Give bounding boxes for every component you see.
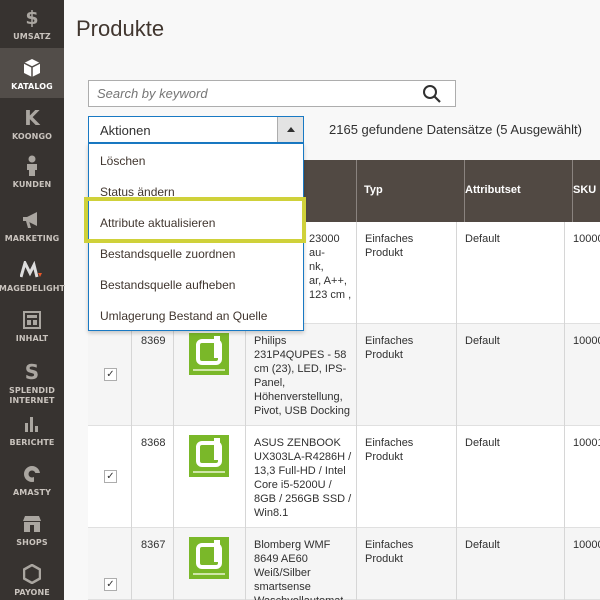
product-thumbnail[interactable] (189, 333, 229, 375)
row-checkbox[interactable]: ✓ (104, 470, 117, 483)
actions-select[interactable]: Aktionen (88, 116, 304, 143)
column-divider (356, 222, 357, 600)
product-id: 8369 (141, 335, 166, 347)
nav-label: PAYONE (14, 588, 50, 597)
product-sku: 10001 (573, 437, 600, 449)
menu-item-loeschen[interactable]: Löschen (89, 146, 303, 177)
product-name: 23000 au- nk, ar, A++, 123 cm , (309, 233, 352, 301)
search-icon (423, 85, 441, 103)
product-thumbnail[interactable] (189, 537, 229, 579)
product-name: ASUS ZENBOOK UX303LA-R4286H / 13,3 Full-… (254, 437, 352, 519)
search-button[interactable] (418, 82, 446, 106)
nav-item-splendid-internet[interactable]: S SPLENDID INTERNET (0, 356, 64, 406)
product-type: Einfaches Produkt (365, 539, 414, 565)
column-divider (456, 222, 457, 600)
layout-icon (23, 308, 41, 332)
nav-label: AMASTY (13, 488, 51, 497)
nav-label: INHALT (15, 334, 49, 343)
nav-label: SPLENDID INTERNET (9, 386, 55, 405)
admin-sidebar: $ UMSATZ KATALOG K KOONGO KUNDEN MARKETI… (0, 0, 66, 600)
splendid-icon: S (24, 360, 40, 384)
row-checkbox[interactable]: ✓ (104, 578, 117, 591)
bar-chart-icon (24, 412, 40, 436)
nav-item-magedelight[interactable]: MAGEDELIGHT (0, 254, 66, 300)
product-type: Einfaches Produkt (365, 233, 414, 259)
nav-label: SHOPS (16, 538, 48, 547)
store-icon (22, 512, 42, 536)
nav-item-umsatz[interactable]: $ UMSATZ (0, 0, 64, 48)
product-id: 8367 (141, 539, 166, 551)
nav-label: MARKETING (4, 234, 60, 243)
column-header-sku[interactable]: SKU (573, 184, 596, 196)
product-sku: 10000 (573, 335, 600, 347)
search-input[interactable] (88, 80, 456, 107)
nav-item-kunden[interactable]: KUNDEN (0, 150, 64, 198)
product-id: 8368 (141, 437, 166, 449)
menu-item-bestandsquelle-zuordnen[interactable]: Bestandsquelle zuordnen (89, 239, 303, 270)
product-attributset: Default (465, 335, 500, 347)
menu-item-umlagerung-bestand[interactable]: Umlagerung Bestand an Quelle (89, 301, 303, 332)
nav-item-marketing[interactable]: MARKETING (0, 204, 64, 250)
chevron-up-icon (286, 127, 295, 132)
product-name: Philips 231P4QUPES - 58 cm (23), LED, IP… (254, 335, 350, 417)
nav-item-payone[interactable]: PAYONE (0, 560, 64, 600)
highlight-frame (84, 197, 306, 243)
column-header-typ[interactable]: Typ (364, 184, 383, 196)
product-type: Einfaches Produkt (365, 437, 414, 463)
product-name: Blomberg WMF 8649 AE60 Weiß/Silber smart… (254, 539, 343, 600)
nav-label: KATALOG (11, 82, 53, 91)
product-type: Einfaches Produkt (365, 335, 414, 361)
nav-item-shops[interactable]: SHOPS (0, 510, 64, 556)
actions-toggle-button[interactable] (277, 117, 303, 142)
box-icon (23, 56, 41, 80)
nav-item-katalog[interactable]: KATALOG (0, 48, 64, 98)
nav-label: MAGEDELIGHT (0, 284, 66, 293)
product-sku: 10000 (573, 233, 600, 245)
nav-item-berichte[interactable]: BERICHTE (0, 410, 64, 456)
nav-label: UMSATZ (13, 32, 51, 41)
header-divider (356, 160, 357, 222)
nav-label: KOONGO (11, 132, 53, 141)
nav-item-koongo[interactable]: K KOONGO (0, 100, 64, 146)
dollar-icon: $ (25, 7, 39, 29)
nav-label: BERICHTE (9, 438, 55, 447)
megaphone-icon (22, 208, 42, 232)
row-checkbox[interactable]: ✓ (104, 368, 117, 381)
product-attributset: Default (465, 437, 500, 449)
page-title: Produkte (76, 16, 165, 41)
koongo-icon: K (24, 106, 40, 130)
product-attributset: Default (465, 539, 500, 551)
product-attributset: Default (465, 233, 500, 245)
hexagon-icon (23, 562, 41, 586)
product-sku: 10000 (573, 539, 600, 551)
column-header-attributset[interactable]: Attributset (465, 184, 521, 196)
magedelight-icon (20, 258, 44, 282)
menu-item-bestandsquelle-aufheben[interactable]: Bestandsquelle aufheben (89, 270, 303, 301)
amasty-icon (22, 462, 42, 486)
nav-item-amasty[interactable]: AMASTY (0, 460, 64, 506)
records-count: 2165 gefundene Datensätze (5 Ausgewählt) (329, 122, 582, 137)
person-icon (25, 154, 39, 178)
product-thumbnail[interactable] (189, 435, 229, 477)
column-divider (564, 222, 565, 600)
nav-label: KUNDEN (12, 180, 52, 189)
actions-label: Aktionen (100, 123, 151, 138)
nav-item-inhalt[interactable]: INHALT (0, 304, 64, 350)
